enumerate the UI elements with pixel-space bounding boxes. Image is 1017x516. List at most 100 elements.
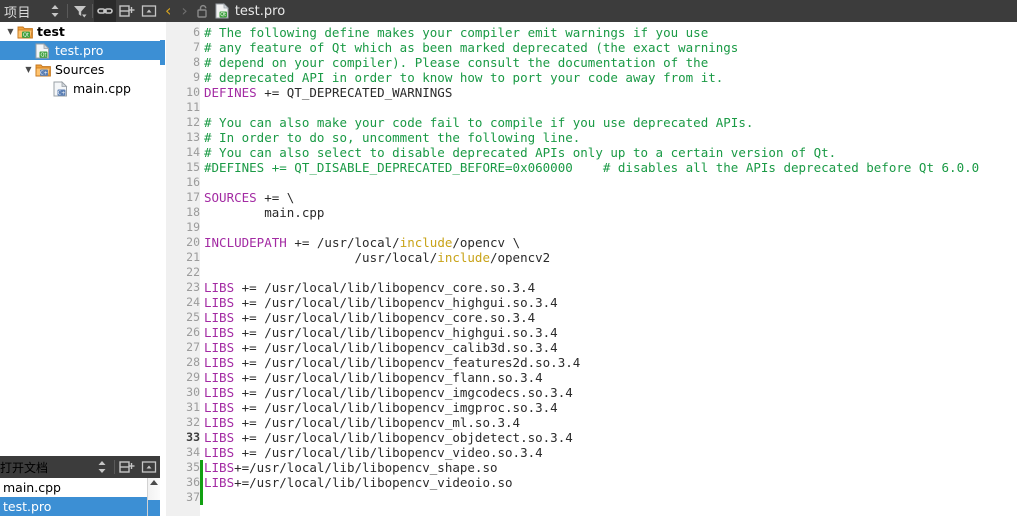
code-token-op: += /usr/local/lib/libopencv_flann.so.3.4 <box>234 370 543 385</box>
line-number: 31 <box>186 400 200 414</box>
code-token-op: += /usr/local/lib/libopencv_core.so.3.4 <box>234 310 536 325</box>
code-token-kw: INCLUDEPATH <box>204 235 287 250</box>
code-token-op: /usr/local/ <box>204 250 438 265</box>
editor-code-area[interactable]: # The following define makes your compil… <box>204 22 1017 516</box>
line-number: 18 <box>186 205 200 219</box>
code-line[interactable]: # The following define makes your compil… <box>204 25 708 40</box>
code-token-cmt: # any feature of Qt which as been marked… <box>204 40 739 55</box>
close-panel-icon[interactable] <box>138 456 160 478</box>
line-number: 14 <box>186 145 200 159</box>
code-editor[interactable]: 6 7 8 9 10 11 12 13 14 15 16 17 18 19 20 21 22 23 24 25 26 27… <box>160 22 1017 516</box>
line-number: 17 <box>186 190 200 204</box>
navigate-back-button[interactable]: ‹ <box>160 3 176 19</box>
sort-icon[interactable] <box>44 0 66 22</box>
code-line[interactable]: # any feature of Qt which as been marked… <box>204 40 738 55</box>
svg-text:Qt: Qt <box>220 12 226 18</box>
open-document-item[interactable]: main.cpp <box>0 478 160 497</box>
code-line[interactable]: #DEFINES += QT_DISABLE_DEPRECATED_BEFORE… <box>204 160 979 175</box>
tree-item[interactable]: C+ main.cpp <box>0 79 160 98</box>
code-token-op: += /usr/local/lib/libopencv_core.so.3.4 <box>234 280 536 295</box>
open-documents-list[interactable]: main.cpp test.pro <box>0 478 160 516</box>
code-line[interactable]: main.cpp <box>204 205 324 220</box>
tree-item[interactable]: ▼ Qt test <box>0 22 160 41</box>
code-line[interactable]: LIBS += /usr/local/lib/libopencv_ml.so.3… <box>204 415 520 430</box>
active-tab-label[interactable]: test.pro <box>235 4 285 19</box>
qt-folder-icon: Qt <box>17 24 34 40</box>
code-line[interactable]: INCLUDEPATH += /usr/local/include/opencv… <box>204 235 520 250</box>
editor-position-marker[interactable] <box>160 40 165 65</box>
code-line[interactable]: SOURCES += \ <box>204 190 294 205</box>
code-token-kw: LIBS <box>204 295 235 310</box>
line-number: 34 <box>186 445 200 459</box>
code-line[interactable]: LIBS += /usr/local/lib/libopencv_imgproc… <box>204 400 558 415</box>
open-documents-scrollbar[interactable] <box>147 478 161 516</box>
code-token-cmt: # You can also make your code fail to co… <box>204 115 754 130</box>
code-line[interactable]: LIBS += /usr/local/lib/libopencv_core.so… <box>204 280 535 295</box>
code-token-kw: LIBS <box>204 445 235 460</box>
code-token-op: += /usr/local/lib/libopencv_ml.so.3.4 <box>234 415 521 430</box>
project-panel-header: 项目 <box>0 0 160 22</box>
code-line[interactable]: LIBS += /usr/local/lib/libopencv_core.so… <box>204 310 535 325</box>
code-line[interactable]: LIBS += /usr/local/lib/libopencv_calib3d… <box>204 340 558 355</box>
toolbar-separator-1 <box>67 4 68 18</box>
code-line[interactable]: LIBS+=/usr/local/lib/libopencv_shape.so <box>204 460 498 475</box>
code-line[interactable]: LIBS += /usr/local/lib/libopencv_objdete… <box>204 430 573 445</box>
line-number: 7 <box>193 40 200 54</box>
changed-line-marker <box>200 490 203 505</box>
code-token-fn: include <box>437 250 490 265</box>
code-line[interactable]: LIBS += /usr/local/lib/libopencv_highgui… <box>204 325 558 340</box>
code-token-op: += /usr/local/lib/libopencv_objdetect.so… <box>234 430 573 445</box>
chevron-down-icon[interactable]: ▼ <box>4 27 17 36</box>
chevron-down-icon[interactable]: ▼ <box>22 65 35 74</box>
line-number: 32 <box>186 415 200 429</box>
project-tree[interactable]: ▼ Qt test Qt test.pro ▼ C+ Sources C+ main.cpp <box>0 22 160 456</box>
line-number: 15 <box>186 160 200 174</box>
close-panel-icon[interactable] <box>138 0 160 22</box>
sort-icon[interactable] <box>91 456 113 478</box>
code-line[interactable]: LIBS += /usr/local/lib/libopencv_highgui… <box>204 295 558 310</box>
svg-text:Qt: Qt <box>23 32 29 38</box>
code-line[interactable]: DEFINES += QT_DEPRECATED_WARNINGS <box>204 85 452 100</box>
changed-line-marker <box>200 460 203 475</box>
line-number: 35 <box>186 460 200 474</box>
code-line[interactable]: # deprecated API in order to know how to… <box>204 70 723 85</box>
project-panel-title: 项目 <box>4 5 32 21</box>
code-line[interactable]: LIBS += /usr/local/lib/libopencv_video.s… <box>204 445 543 460</box>
split-add-icon[interactable] <box>116 456 138 478</box>
code-line[interactable]: LIBS += /usr/local/lib/libopencv_imgcode… <box>204 385 573 400</box>
unlocked-padlock-icon[interactable] <box>193 4 215 18</box>
svg-text:Qt: Qt <box>41 52 47 58</box>
code-line[interactable]: # You can also make your code fail to co… <box>204 115 753 130</box>
changed-line-marker <box>200 475 203 490</box>
line-number: 22 <box>186 265 200 279</box>
code-line[interactable]: /usr/local/include/opencv2 <box>204 250 551 265</box>
scroll-up-arrow-icon[interactable] <box>150 480 158 485</box>
code-line[interactable]: LIBS+=/usr/local/lib/libopencv_videoio.s… <box>204 475 513 490</box>
navigate-forward-button[interactable]: › <box>176 3 192 19</box>
line-number: 6 <box>193 25 200 39</box>
code-token-kw: LIBS <box>204 340 235 355</box>
open-documents-header: 打开文档 <box>0 456 160 478</box>
tree-item-label: test.pro <box>55 43 104 58</box>
code-line[interactable]: LIBS += /usr/local/lib/libopencv_flann.s… <box>204 370 543 385</box>
filter-icon[interactable] <box>69 0 91 22</box>
link-with-editor-icon[interactable] <box>94 0 116 22</box>
code-line[interactable]: LIBS += /usr/local/lib/libopencv_feature… <box>204 355 580 370</box>
code-token-kw: LIBS <box>204 430 235 445</box>
code-line[interactable]: # depend on your compiler). Please consu… <box>204 55 708 70</box>
code-token-kw: LIBS <box>204 400 235 415</box>
code-token-op: += /usr/local/lib/libopencv_highgui.so.3… <box>234 325 558 340</box>
toolbar-separator-2 <box>92 4 93 18</box>
code-line[interactable]: # In order to do so, uncomment the follo… <box>204 130 580 145</box>
code-line[interactable]: # You can also select to disable depreca… <box>204 145 836 160</box>
code-token-kw: LIBS <box>204 385 235 400</box>
code-token-cmt: # depend on your compiler). Please consu… <box>204 55 709 70</box>
tree-item[interactable]: ▼ C+ Sources <box>0 60 160 79</box>
docs-toolbar-separator <box>114 460 115 474</box>
line-number: 27 <box>186 340 200 354</box>
code-token-kw: DEFINES <box>204 85 257 100</box>
open-document-item[interactable]: test.pro <box>0 497 160 516</box>
split-add-icon[interactable] <box>116 0 138 22</box>
tree-item[interactable]: Qt test.pro <box>0 41 160 60</box>
editor-gutter[interactable]: 6 7 8 9 10 11 12 13 14 15 16 17 18 19 20 21 22 23 24 25 26 27… <box>166 22 200 516</box>
